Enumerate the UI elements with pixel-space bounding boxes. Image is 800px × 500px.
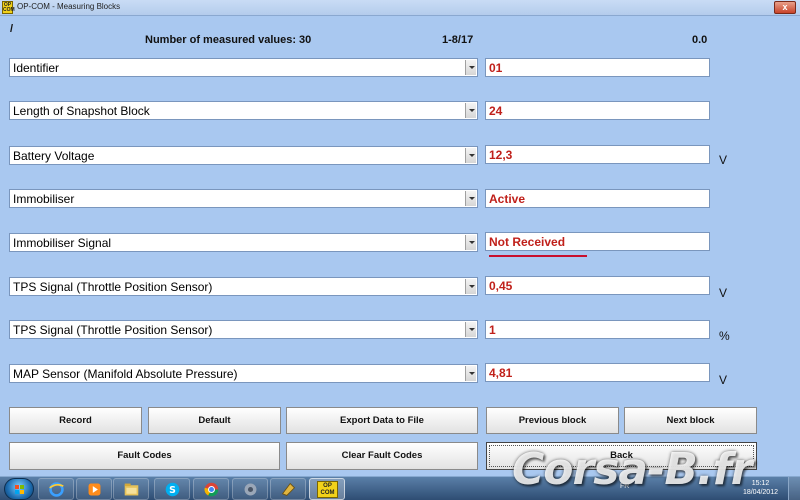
export-data-button[interactable]: Export Data to File: [286, 407, 478, 434]
parameter-select-3[interactable]: Battery Voltage: [9, 146, 478, 165]
parameter-label: Battery Voltage: [13, 149, 95, 163]
unit-label-8: V: [719, 373, 728, 387]
parameter-select-4[interactable]: Immobiliser: [9, 189, 478, 208]
parameter-label: Immobiliser: [13, 192, 75, 206]
path-indicator: /: [10, 23, 14, 35]
parameter-select-8[interactable]: MAP Sensor (Manifold Absolute Pressure): [9, 364, 478, 383]
value-field-4: Active: [485, 189, 710, 208]
parameter-select-6[interactable]: TPS Signal (Throttle Position Sensor): [9, 277, 478, 296]
parameter-label: TPS Signal (Throttle Position Sensor): [13, 280, 213, 294]
chevron-down-icon[interactable]: [465, 191, 476, 206]
unit-label-3: V: [719, 153, 728, 167]
parameter-label: MAP Sensor (Manifold Absolute Pressure): [13, 367, 238, 381]
close-button[interactable]: x: [774, 1, 796, 14]
parameter-select-7[interactable]: TPS Signal (Throttle Position Sensor): [9, 320, 478, 339]
op-com-app-icon: OP COM: [2, 1, 15, 14]
language-indicator[interactable]: FR: [620, 483, 629, 490]
show-desktop-button[interactable]: [788, 477, 800, 500]
title-bar: OP COM OP-COM - Measuring Blocks x: [0, 0, 800, 16]
file-explorer-icon[interactable]: [113, 478, 149, 500]
next-block-button[interactable]: Next block: [624, 407, 757, 434]
op-com-icon[interactable]: OP COM: [309, 478, 345, 500]
chevron-down-icon[interactable]: [465, 235, 476, 250]
value-field-3: 12,3: [485, 145, 710, 164]
measuring-blocks-panel: / Number of measured values: 30 1-8/17 0…: [0, 16, 800, 476]
system-clock[interactable]: 15:12 18/04/2012: [743, 479, 778, 497]
record-button[interactable]: Record: [9, 407, 142, 434]
value-field-8: 4,81: [485, 363, 710, 382]
media-player-icon[interactable]: [76, 478, 112, 500]
chevron-down-icon[interactable]: [465, 366, 476, 381]
fault-codes-button[interactable]: Fault Codes: [9, 442, 280, 470]
chevron-down-icon[interactable]: [465, 148, 476, 163]
value-field-2: 24: [485, 101, 710, 120]
clear-fault-codes-button[interactable]: Clear Fault Codes: [286, 442, 478, 470]
app-icon[interactable]: [270, 478, 306, 500]
value-field-5: Not Received: [485, 232, 710, 251]
chevron-down-icon[interactable]: [465, 60, 476, 75]
chevron-down-icon[interactable]: [465, 322, 476, 337]
window-title: OP-COM - Measuring Blocks: [17, 2, 121, 11]
parameter-label: Length of Snapshot Block: [13, 104, 150, 118]
value-field-1: 01: [485, 58, 710, 77]
measured-values-count: Number of measured values: 30: [145, 34, 312, 46]
taskbar: S OP COM FR 15:12 18/04/2012: [0, 476, 800, 500]
windows-start-icon[interactable]: [4, 478, 34, 500]
chevron-down-icon[interactable]: [465, 103, 476, 118]
tool-icon[interactable]: [232, 478, 268, 500]
chrome-icon[interactable]: [193, 478, 229, 500]
clock-date: 18/04/2012: [742, 489, 778, 496]
unit-label-7: %: [719, 329, 730, 343]
unit-label-6: V: [719, 286, 728, 300]
parameter-label: Identifier: [13, 61, 60, 75]
parameter-label: TPS Signal (Throttle Position Sensor): [13, 323, 213, 337]
default-button[interactable]: Default: [148, 407, 281, 434]
back-button[interactable]: Back: [486, 442, 757, 470]
parameter-label: Immobiliser Signal: [13, 236, 112, 250]
op-com-taskbar-label: OP COM: [317, 481, 338, 498]
chevron-down-icon[interactable]: [465, 279, 476, 294]
previous-block-button[interactable]: Previous block: [486, 407, 619, 434]
header-value: 0.0: [692, 34, 708, 46]
parameter-select-1[interactable]: Identifier: [9, 58, 478, 77]
svg-text:S: S: [169, 485, 176, 496]
skype-icon[interactable]: S: [154, 478, 190, 500]
value-field-6: 0,45: [485, 276, 710, 295]
clock-time: 15:12: [751, 480, 770, 487]
highlight-underline: [489, 255, 587, 257]
internet-explorer-icon[interactable]: [38, 478, 74, 500]
parameter-select-5[interactable]: Immobiliser Signal: [9, 233, 478, 252]
value-field-7: 1: [485, 320, 710, 339]
block-range: 1-8/17: [442, 34, 474, 46]
parameter-select-2[interactable]: Length of Snapshot Block: [9, 101, 478, 120]
